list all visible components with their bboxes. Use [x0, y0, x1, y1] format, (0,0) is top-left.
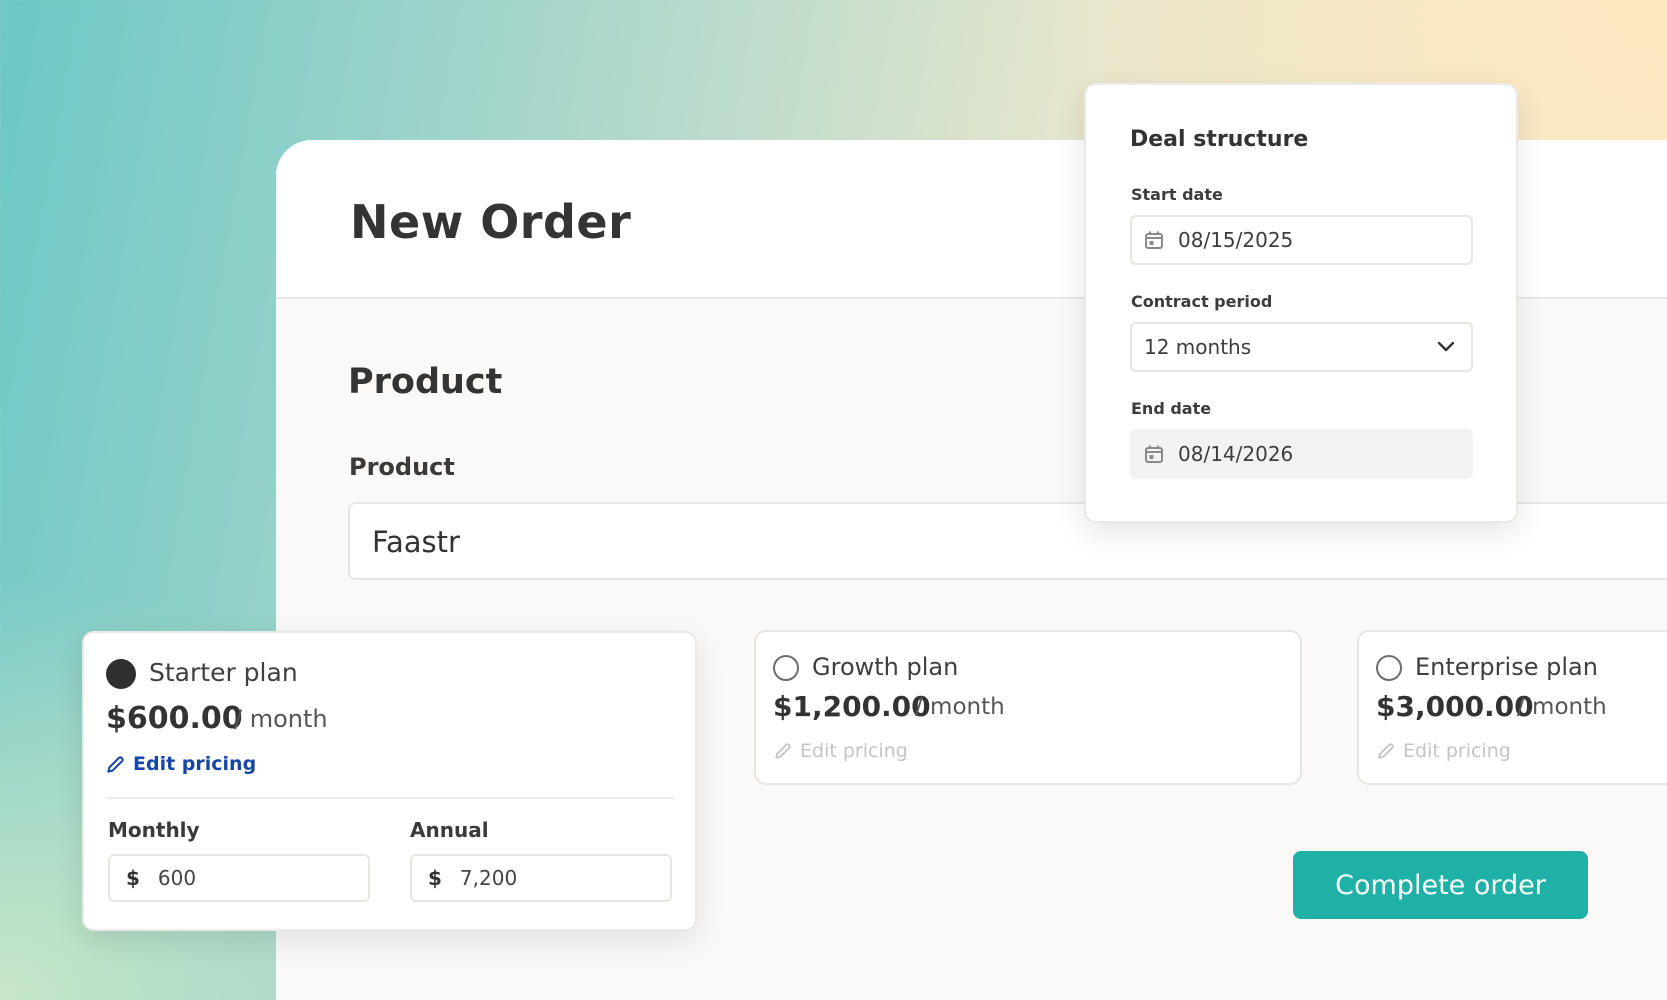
section-title: Product	[348, 362, 503, 402]
chevron-down-icon	[1437, 341, 1455, 353]
plan-price: $1,200.00	[773, 690, 931, 723]
deal-structure-panel: Deal structure Start date 08/15/2025 Con…	[1084, 83, 1518, 523]
plan-radio-starter[interactable]	[106, 659, 136, 689]
plan-price-unit: / month	[915, 694, 1005, 720]
plan-name: Starter plan	[149, 658, 298, 687]
product-label: Product	[349, 453, 455, 481]
divider	[106, 797, 675, 799]
annual-price-input[interactable]: $ 7,200	[410, 854, 672, 902]
edit-pricing-link-starter[interactable]: Edit pricing	[106, 753, 256, 775]
edit-pricing-label: Edit pricing	[1403, 740, 1511, 762]
plan-price: $600.00	[106, 701, 243, 736]
pencil-icon	[774, 742, 792, 760]
calendar-icon	[1144, 230, 1164, 250]
plan-price-unit: / month	[234, 705, 328, 733]
plan-name: Growth plan	[812, 653, 959, 681]
start-date-label: Start date	[1131, 185, 1223, 204]
end-date-label: End date	[1131, 399, 1212, 418]
currency-symbol: $	[428, 866, 442, 890]
edit-pricing-label: Edit pricing	[133, 753, 257, 775]
edit-pricing-label: Edit pricing	[800, 740, 908, 762]
monthly-label: Monthly	[108, 818, 200, 842]
pencil-icon	[1377, 742, 1395, 760]
end-date-input: 08/14/2026	[1130, 429, 1473, 479]
plan-card-starter[interactable]: Starter plan $600.00 / month Edit pricin…	[82, 631, 697, 931]
deal-structure-title: Deal structure	[1130, 127, 1309, 152]
edit-pricing-link-growth[interactable]: Edit pricing	[774, 740, 908, 762]
contract-period-label: Contract period	[1131, 292, 1273, 311]
plan-card-growth[interactable]: Growth plan $1,200.00 / month Edit prici…	[754, 630, 1302, 785]
plan-price: $3,000.00	[1376, 690, 1534, 723]
annual-label: Annual	[410, 818, 489, 842]
edit-pricing-link-enterprise[interactable]: Edit pricing	[1377, 740, 1511, 762]
contract-period-value: 12 months	[1144, 335, 1252, 359]
complete-order-button[interactable]: Complete order	[1293, 851, 1588, 919]
start-date-value: 08/15/2025	[1178, 228, 1294, 252]
currency-symbol: $	[126, 866, 140, 890]
monthly-price-value: 600	[157, 866, 197, 890]
plan-radio-growth[interactable]	[773, 655, 799, 681]
page-title: New Order	[350, 195, 632, 249]
plan-radio-enterprise[interactable]	[1376, 655, 1402, 681]
pencil-icon	[106, 755, 125, 774]
plan-price-unit: / month	[1517, 694, 1607, 720]
start-date-input[interactable]: 08/15/2025	[1130, 215, 1473, 265]
calendar-icon	[1144, 444, 1164, 464]
end-date-value: 08/14/2026	[1178, 442, 1294, 466]
plan-card-enterprise[interactable]: Enterprise plan $3,000.00 / month Edit p…	[1357, 630, 1667, 785]
contract-period-select[interactable]: 12 months	[1130, 322, 1473, 372]
monthly-price-input[interactable]: $ 600	[108, 854, 370, 902]
plan-name: Enterprise plan	[1415, 653, 1598, 681]
annual-price-value: 7,200	[459, 866, 518, 890]
